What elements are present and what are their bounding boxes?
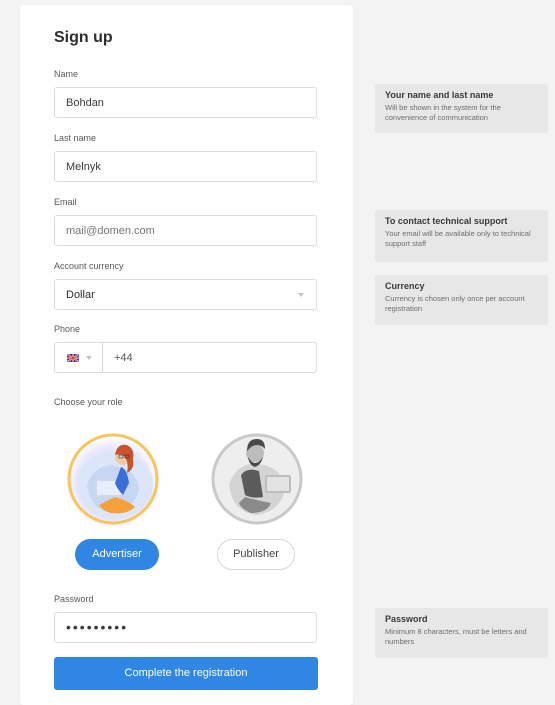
country-chevron-down-icon[interactable] <box>86 356 92 360</box>
chevron-down-icon <box>298 293 304 297</box>
page-title: Sign up <box>54 29 113 46</box>
phone-field[interactable]: +44 <box>54 342 317 373</box>
tip-text: Minimum 8 characters, must be letters an… <box>385 627 527 646</box>
phone-label: Phone <box>54 324 81 334</box>
currency-label: Account currency <box>54 261 124 271</box>
advertiser-illustration <box>65 431 161 527</box>
email-field[interactable] <box>54 215 317 246</box>
name-field[interactable] <box>54 87 317 118</box>
currency-tip: Currency Currency is chosen only once pe… <box>375 275 548 325</box>
last-name-field[interactable] <box>54 151 317 182</box>
publisher-avatar[interactable] <box>207 427 307 527</box>
name-label: Name <box>54 69 79 79</box>
password-label: Password <box>54 594 94 604</box>
tip-text: Your email will be available only to tec… <box>385 229 531 248</box>
tip-title: Password <box>385 614 428 624</box>
tip-title: Currency <box>385 281 425 291</box>
email-tip: To contact technical support Your email … <box>375 210 548 262</box>
currency-value: Dollar <box>66 289 95 301</box>
last-name-label: Last name <box>54 133 97 143</box>
publisher-button[interactable]: Publisher <box>217 539 295 570</box>
complete-registration-button[interactable]: Complete the registration <box>54 657 318 690</box>
phone-divider <box>102 343 103 372</box>
email-label: Email <box>54 197 77 207</box>
currency-select[interactable]: Dollar <box>54 279 317 310</box>
tip-text: Will be shown in the system for the conv… <box>385 103 501 122</box>
advertiser-button[interactable]: Advertiser <box>75 539 159 570</box>
phone-code[interactable]: +44 <box>114 352 133 364</box>
password-input[interactable]: ••••••••• <box>66 619 128 635</box>
role-label: Choose your role <box>54 397 123 407</box>
tip-title: To contact technical support <box>385 216 508 226</box>
password-tip: Password Minimum 8 characters, must be l… <box>375 608 548 658</box>
email-input[interactable] <box>66 216 296 245</box>
advertiser-avatar[interactable] <box>63 427 163 527</box>
signup-card: Sign up Name Last name Email Account cur… <box>20 5 353 705</box>
password-field[interactable]: ••••••••• <box>54 612 317 643</box>
tip-title: Your name and last name <box>385 90 494 100</box>
publisher-illustration <box>211 433 303 525</box>
name-tip: Your name and last name Will be shown in… <box>375 84 548 133</box>
uk-flag-icon[interactable] <box>67 354 79 362</box>
name-input[interactable] <box>66 88 296 117</box>
tip-text: Currency is chosen only once per account… <box>385 294 525 313</box>
last-name-input[interactable] <box>66 152 296 181</box>
